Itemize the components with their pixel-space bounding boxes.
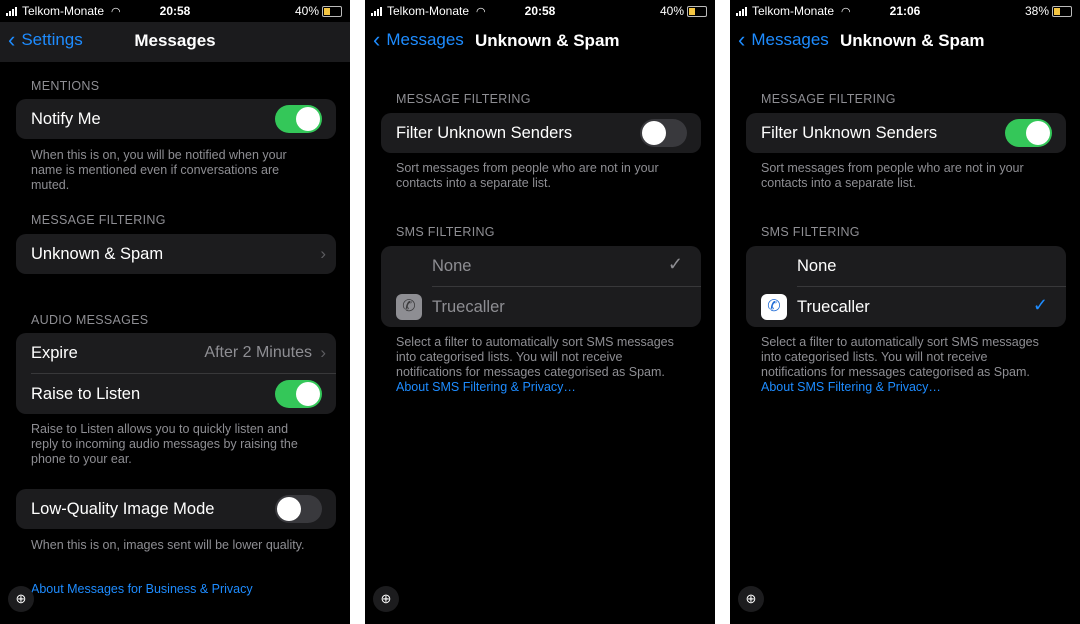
sms-footer: Select a filter to automatically sort SM…: [396, 335, 674, 379]
option-truecaller-label: Truecaller: [797, 298, 870, 316]
filter-unknown-toggle[interactable]: [640, 119, 687, 147]
image-group: Low-Quality Image Mode: [16, 489, 336, 529]
filtering-header: MESSAGE FILTERING: [31, 213, 166, 227]
audio-footer: Raise to Listen allows you to quickly li…: [31, 422, 298, 466]
sms-options-group: None ✓ ✆ Truecaller ✓: [381, 246, 701, 327]
battery-indicator: 40%: [295, 4, 342, 18]
option-none-row[interactable]: None ✓: [746, 246, 1066, 286]
battery-icon: [1052, 5, 1072, 17]
page-title: Unknown & Spam: [840, 31, 985, 50]
business-privacy-link[interactable]: About Messages for Business & Privacy: [31, 582, 253, 596]
expire-value: After 2 Minutes: [204, 344, 312, 361]
back-label: Messages: [751, 30, 829, 49]
option-truecaller-label: Truecaller: [432, 298, 505, 316]
truecaller-phone-icon: ✆: [761, 294, 787, 320]
nav-bar: ‹ Settings Messages: [0, 22, 350, 62]
low-quality-row: Low-Quality Image Mode: [16, 489, 336, 529]
notify-me-label: Notify Me: [31, 110, 101, 128]
zoom-in-icon[interactable]: ⊕: [738, 586, 764, 612]
back-button[interactable]: ‹ Messages: [738, 27, 829, 52]
option-none-row[interactable]: None ✓: [381, 246, 701, 286]
low-quality-toggle[interactable]: [275, 495, 322, 523]
raise-to-listen-row: Raise to Listen: [16, 374, 336, 414]
raise-to-listen-toggle[interactable]: [275, 380, 322, 408]
sms-header: SMS FILTERING: [761, 225, 860, 239]
option-truecaller-row[interactable]: ✆ Truecaller ✓: [381, 287, 701, 327]
filter-footer: Sort messages from people who are not in…: [761, 161, 1024, 190]
back-label: Messages: [386, 30, 464, 49]
low-quality-label: Low-Quality Image Mode: [31, 500, 215, 518]
raise-to-listen-label: Raise to Listen: [31, 385, 141, 403]
mentions-footer: When this is on, you will be notified wh…: [31, 148, 287, 192]
filter-group: Filter Unknown Senders: [746, 113, 1066, 153]
audio-header: AUDIO MESSAGES: [31, 313, 149, 327]
unknown-spam-screen-before: Telkom-Monate ◠ 20:58 40% ‹ Messages Unk…: [365, 0, 715, 624]
back-button[interactable]: ‹ Messages: [373, 27, 464, 52]
low-quality-footer: When this is on, images sent will be low…: [31, 538, 305, 552]
filter-unknown-label: Filter Unknown Senders: [396, 124, 573, 142]
page-title: Unknown & Spam: [475, 31, 620, 50]
chevron-right-icon: ›: [320, 343, 326, 362]
option-none-label: None: [432, 257, 472, 275]
notify-me-row: Notify Me: [16, 99, 336, 139]
nav-bar: ‹ Messages Unknown & Spam: [730, 22, 1080, 62]
status-bar: Telkom-Monate ◠ 20:58 40%: [0, 0, 350, 22]
chevron-left-icon: ‹: [373, 27, 381, 52]
option-none-label: None: [797, 257, 837, 275]
filtering-header: MESSAGE FILTERING: [396, 92, 531, 106]
audio-group: Expire After 2 Minutes › Raise to Listen: [16, 333, 336, 414]
nav-bar: ‹ Messages Unknown & Spam: [365, 22, 715, 62]
filtering-header: MESSAGE FILTERING: [761, 92, 896, 106]
battery-percent: 40%: [294, 4, 319, 18]
messages-settings-screen: Telkom-Monate ◠ 20:58 40% ‹ Settings Mes…: [0, 0, 350, 624]
status-bar: Telkom-Monate ◠ 21:06 38%: [730, 0, 1080, 22]
mentions-group: Notify Me: [16, 99, 336, 139]
filtering-group: Unknown & Spam ›: [16, 234, 336, 274]
checkmark-icon: ✓: [667, 254, 683, 274]
battery-percent: 40%: [659, 4, 684, 18]
battery-icon: [687, 5, 707, 17]
sms-privacy-link[interactable]: About SMS Filtering & Privacy…: [761, 380, 941, 394]
status-bar: Telkom-Monate ◠ 20:58 40%: [365, 0, 715, 22]
filter-unknown-toggle[interactable]: [1005, 119, 1052, 147]
zoom-in-icon[interactable]: ⊕: [373, 586, 399, 612]
filter-unknown-label: Filter Unknown Senders: [761, 124, 938, 142]
filter-unknown-row: Filter Unknown Senders: [381, 113, 701, 153]
unknown-spam-row[interactable]: Unknown & Spam ›: [16, 234, 336, 274]
filter-unknown-row: Filter Unknown Senders: [746, 113, 1066, 153]
sms-privacy-link[interactable]: About SMS Filtering & Privacy…: [396, 380, 576, 394]
checkmark-icon: ✓: [1032, 295, 1048, 315]
notify-me-toggle[interactable]: [275, 105, 322, 133]
battery-icon: [322, 5, 342, 17]
sms-options-group: None ✓ ✆ Truecaller ✓: [746, 246, 1066, 327]
sms-footer: Select a filter to automatically sort SM…: [761, 335, 1039, 379]
sms-header: SMS FILTERING: [396, 225, 495, 239]
option-truecaller-row[interactable]: ✆ Truecaller ✓: [746, 287, 1066, 327]
chevron-right-icon: ›: [320, 244, 326, 263]
filter-footer: Sort messages from people who are not in…: [396, 161, 659, 190]
expire-row[interactable]: Expire After 2 Minutes ›: [16, 333, 336, 373]
mentions-header: MENTIONS: [31, 79, 100, 93]
battery-indicator: 40%: [660, 4, 707, 18]
truecaller-phone-icon: ✆: [396, 294, 422, 320]
page-title: Messages: [134, 31, 216, 50]
unknown-spam-screen-after: Telkom-Monate ◠ 21:06 38% ‹ Messages Unk…: [730, 0, 1080, 624]
zoom-in-icon[interactable]: ⊕: [8, 586, 34, 612]
unknown-spam-label: Unknown & Spam: [31, 245, 164, 263]
battery-percent: 38%: [1024, 4, 1049, 18]
filter-group: Filter Unknown Senders: [381, 113, 701, 153]
chevron-left-icon: ‹: [738, 27, 746, 52]
battery-indicator: 38%: [1025, 4, 1072, 18]
expire-label: Expire: [31, 344, 78, 362]
